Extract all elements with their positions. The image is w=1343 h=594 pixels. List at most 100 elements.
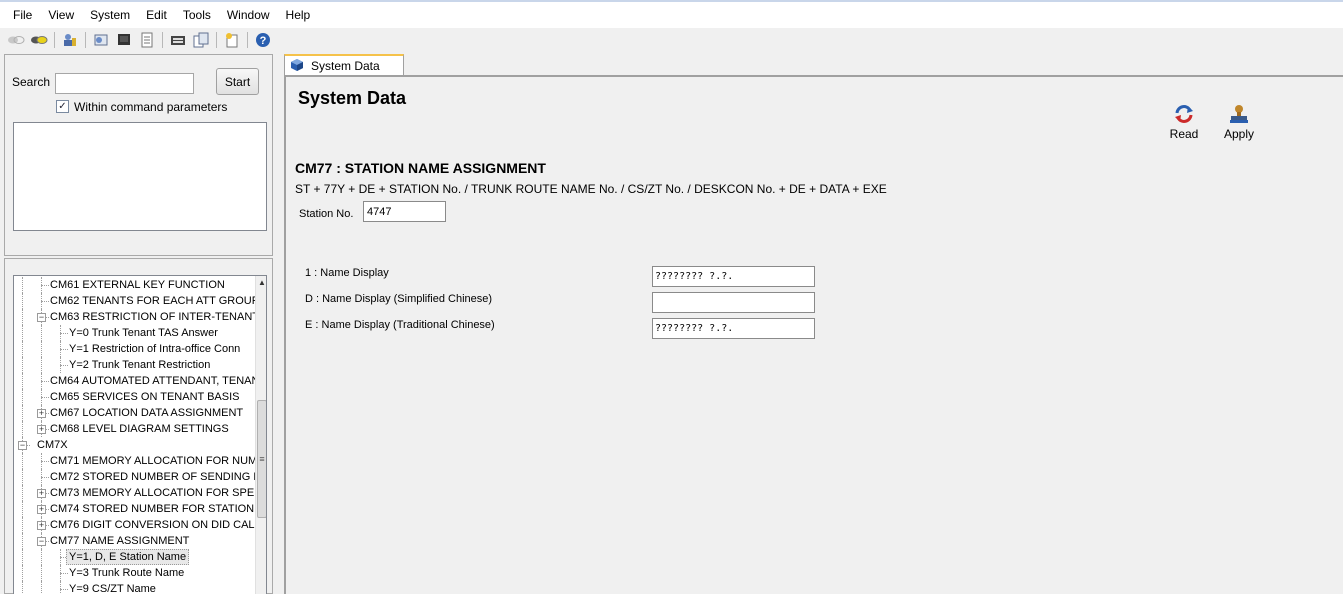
tree-guide-line xyxy=(22,485,23,501)
name-display-simplified-chinese-input[interactable] xyxy=(652,292,815,313)
expand-plus-icon[interactable]: + xyxy=(37,521,46,530)
within-command-parameters-checkbox[interactable]: ✓ xyxy=(56,100,69,113)
tree-guide-line xyxy=(22,293,23,309)
disconnect-icon[interactable] xyxy=(6,31,26,49)
tree-guide-line xyxy=(22,405,23,421)
toolbar-separator xyxy=(54,32,55,48)
tree-guide-line xyxy=(22,309,23,325)
search-results-list[interactable] xyxy=(13,122,267,231)
keyboard-icon[interactable] xyxy=(168,31,188,49)
tree-guide-line xyxy=(22,549,23,565)
stamp-icon xyxy=(1228,103,1250,125)
tree-row[interactable]: + CM67 LOCATION DATA ASSIGNMENT xyxy=(14,405,254,421)
document-icon[interactable] xyxy=(137,31,157,49)
menu-view[interactable]: View xyxy=(40,2,82,28)
tree-guide-line xyxy=(41,461,49,462)
tree-item-label: Y=1 Restriction of Intra-office Conn xyxy=(69,343,241,355)
tree-row[interactable]: − CM7X xyxy=(14,437,254,453)
command-title: CM77 : STATION NAME ASSIGNMENT xyxy=(295,160,546,176)
tree-guide-line xyxy=(22,341,23,357)
tree-row[interactable]: Y=2 Trunk Tenant Restriction xyxy=(14,357,254,373)
tree-row[interactable]: − CM63 RESTRICTION OF INTER-TENANT xyxy=(14,309,259,325)
tab-system-data[interactable]: System Data xyxy=(284,54,404,76)
tree-guide-line xyxy=(41,357,42,373)
station-no-input[interactable] xyxy=(363,201,446,222)
tree-guide-line xyxy=(41,549,42,565)
tree-item-label: CM71 MEMORY ALLOCATION FOR NUME xyxy=(50,455,265,467)
scroll-thumb[interactable]: ≡ xyxy=(257,400,266,518)
tree-row[interactable]: CM65 SERVICES ON TENANT BASIS xyxy=(14,389,254,405)
tree-guide-line xyxy=(22,277,23,293)
tree-item-label: Y=0 Trunk Tenant TAS Answer xyxy=(69,327,218,339)
name-display-traditional-chinese-input[interactable] xyxy=(652,318,815,339)
tree-row[interactable]: CM71 MEMORY ALLOCATION FOR NUME xyxy=(14,453,265,469)
database-icon[interactable] xyxy=(91,31,111,49)
command-syntax: ST + 77Y + DE + STATION No. / TRUNK ROUT… xyxy=(295,182,887,196)
copy-icon[interactable] xyxy=(191,31,211,49)
tree-guide-line xyxy=(41,325,42,341)
expand-plus-icon[interactable]: + xyxy=(37,489,46,498)
menu-system[interactable]: System xyxy=(82,2,138,28)
tree-row[interactable]: + CM76 DIGIT CONVERSION ON DID CALL xyxy=(14,517,261,533)
tree-row[interactable]: CM61 EXTERNAL KEY FUNCTION xyxy=(14,277,254,293)
tree-guide-line xyxy=(22,357,23,373)
search-input[interactable] xyxy=(55,73,194,94)
tree-row[interactable]: Y=1 Restriction of Intra-office Conn xyxy=(14,341,254,357)
panel-splitter[interactable] xyxy=(275,54,283,594)
start-button[interactable]: Start xyxy=(216,68,259,95)
menu-edit[interactable]: Edit xyxy=(138,2,175,28)
name-display-simplified-chinese-label: D : Name Display (Simplified Chinese) xyxy=(305,293,493,305)
tree-row[interactable]: CM72 STORED NUMBER OF SENDING DE xyxy=(14,469,266,485)
read-button[interactable]: Read xyxy=(1159,103,1209,141)
scroll-up-arrow-icon[interactable]: ▲ xyxy=(257,277,266,289)
tree-guide-line xyxy=(60,589,68,590)
tree-item-label: CM68 LEVEL DIAGRAM SETTINGS xyxy=(50,423,229,435)
user-key-icon[interactable] xyxy=(60,31,80,49)
tree-guide-line xyxy=(22,389,23,405)
tree-item-label: Y=9 CS/ZT Name xyxy=(69,583,156,594)
tree-item-label: CM61 EXTERNAL KEY FUNCTION xyxy=(50,279,225,291)
collapse-minus-icon[interactable]: − xyxy=(37,313,46,322)
apply-button[interactable]: Apply xyxy=(1214,103,1264,141)
menu-window[interactable]: Window xyxy=(219,2,278,28)
command-tree-panel: CM61 EXTERNAL KEY FUNCTION CM62 TENANTS F… xyxy=(4,258,273,594)
search-label: Search xyxy=(12,75,51,89)
tree-row[interactable]: Y=1, D, E Station Name xyxy=(14,549,254,565)
tree-guide-line xyxy=(22,373,23,389)
help-icon[interactable]: ? xyxy=(253,31,273,49)
tree-row[interactable]: CM62 TENANTS FOR EACH ATT GROUP xyxy=(14,293,259,309)
expand-plus-icon[interactable]: + xyxy=(37,505,46,514)
collapse-minus-icon[interactable]: − xyxy=(37,537,46,546)
tree-row[interactable]: Y=9 CS/ZT Name xyxy=(14,581,254,594)
collapse-minus-icon[interactable]: − xyxy=(18,441,27,450)
tree-row[interactable]: Y=3 Trunk Route Name xyxy=(14,565,254,581)
tree-item-label: Y=1, D, E Station Name xyxy=(66,549,190,565)
svg-text:?: ? xyxy=(260,35,267,47)
tree-row[interactable]: + CM74 STORED NUMBER FOR STATION S xyxy=(14,501,265,517)
tree-row[interactable]: + CM73 MEMORY ALLOCATION FOR SPEE xyxy=(14,485,262,501)
menu-help[interactable]: Help xyxy=(278,2,319,28)
menu-file[interactable]: File xyxy=(5,2,40,28)
tree-guide-line xyxy=(41,397,49,398)
tree-row[interactable]: Y=0 Trunk Tenant TAS Answer xyxy=(14,325,254,341)
name-display-input[interactable] xyxy=(652,266,815,287)
tree-scrollbar[interactable]: ▲ ≡ xyxy=(255,276,266,594)
tree-row[interactable]: + CM68 LEVEL DIAGRAM SETTINGS xyxy=(14,421,254,437)
tree-guide-line xyxy=(60,573,68,574)
station-no-label: Station No. xyxy=(299,208,354,220)
tree-row[interactable]: CM64 AUTOMATED ATTENDANT, TENAN xyxy=(14,373,259,389)
tree-item-label: CM73 MEMORY ALLOCATION FOR SPEE xyxy=(50,487,262,499)
tree-row[interactable]: − CM77 NAME ASSIGNMENT xyxy=(14,533,254,549)
toolbar-separator xyxy=(85,32,86,48)
menu-tools[interactable]: Tools xyxy=(175,2,219,28)
tree-guide-line xyxy=(60,349,68,350)
name-display-label: 1 : Name Display xyxy=(305,267,389,279)
expand-plus-icon[interactable]: + xyxy=(37,425,46,434)
new-window-icon[interactable] xyxy=(222,31,242,49)
command-tree: CM61 EXTERNAL KEY FUNCTION CM62 TENANTS F… xyxy=(13,275,267,594)
name-display-traditional-chinese-label: E : Name Display (Traditional Chinese) xyxy=(305,319,495,331)
tree-item-label: CM74 STORED NUMBER FOR STATION S xyxy=(50,503,265,515)
connect-icon[interactable] xyxy=(29,31,49,49)
terminal-icon[interactable] xyxy=(114,31,134,49)
expand-plus-icon[interactable]: + xyxy=(37,409,46,418)
